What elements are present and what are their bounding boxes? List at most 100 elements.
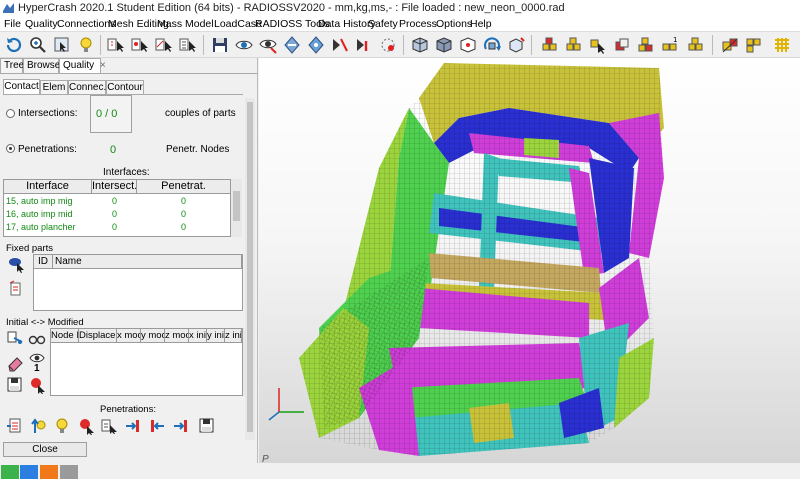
- pick-elem-icon[interactable]: [130, 35, 150, 55]
- col-y-ini[interactable]: y ini: [207, 329, 225, 343]
- row-intersect: 0: [112, 222, 118, 232]
- tab-quality[interactable]: Quality ×: [59, 58, 106, 73]
- select-window-icon[interactable]: [52, 35, 72, 55]
- move-up-icon[interactable]: [30, 417, 48, 435]
- menu-file[interactable]: File: [4, 17, 21, 31]
- show-selected-icon[interactable]: [258, 35, 278, 55]
- pick-part-icon[interactable]: [8, 255, 26, 273]
- penetrations-radio[interactable]: [6, 144, 15, 153]
- tab-tree[interactable]: Tree: [0, 58, 24, 73]
- status-swatch-orange[interactable]: [40, 465, 58, 479]
- subtab-contact[interactable]: Contact: [3, 79, 40, 94]
- mesh-view-icon[interactable]: [410, 35, 430, 55]
- isolate-icon[interactable]: [306, 35, 326, 55]
- menu-quality[interactable]: Quality: [25, 17, 58, 31]
- menu-model[interactable]: Model: [185, 17, 214, 31]
- intersections-radio[interactable]: [6, 109, 15, 118]
- col-interface[interactable]: Interface: [4, 180, 92, 194]
- zoom-icon[interactable]: [28, 35, 48, 55]
- menu-process[interactable]: Process: [399, 17, 437, 31]
- pick-list-icon[interactable]: [100, 417, 118, 435]
- move-nodes-icon[interactable]: [6, 329, 24, 347]
- bulb-icon[interactable]: [53, 417, 71, 435]
- interfaces-table: Interface Intersect. Penetrat. 15, auto …: [3, 179, 231, 237]
- interfaces-scrollbar[interactable]: [231, 179, 242, 237]
- tab-quality-label: Quality: [63, 60, 95, 71]
- status-bar: [0, 463, 800, 479]
- solid-view-icon[interactable]: [434, 35, 454, 55]
- close-button[interactable]: Close: [3, 442, 87, 457]
- col-intersect[interactable]: Intersect.: [92, 180, 137, 194]
- subtab-contour[interactable]: Contour: [106, 80, 144, 94]
- align-right-icon[interactable]: [172, 417, 190, 435]
- pick-node-icon[interactable]: [154, 35, 174, 55]
- col-x-ini[interactable]: x ini: [189, 329, 207, 343]
- parts-grid-icon[interactable]: [772, 35, 792, 55]
- eye-count: 1: [34, 363, 40, 374]
- title-bar: HyperCrash 2020.1 Student Edition (64 bi…: [0, 0, 800, 16]
- table-row[interactable]: 16, auto imp mid 0 0: [4, 208, 230, 221]
- menu-mass[interactable]: Mass: [157, 17, 182, 31]
- align-red-icon[interactable]: [124, 417, 142, 435]
- rotate-view-icon[interactable]: [482, 35, 502, 55]
- align-left-icon[interactable]: [148, 417, 166, 435]
- col-penetrat[interactable]: Penetrat.: [137, 180, 231, 194]
- table-row[interactable]: 17, auto plancher 0 0: [4, 221, 230, 234]
- status-swatch-gray[interactable]: [60, 465, 78, 479]
- unmask-icon[interactable]: [354, 35, 374, 55]
- menu-connections[interactable]: Connections: [57, 17, 115, 31]
- status-swatch-blue[interactable]: [20, 465, 38, 479]
- list-penetr-icon[interactable]: [6, 417, 24, 435]
- reverse-display-icon[interactable]: [282, 35, 302, 55]
- row-interface: 17, auto plancher: [6, 222, 76, 232]
- mask-icon[interactable]: [330, 35, 350, 55]
- iso-view-icon[interactable]: [506, 35, 526, 55]
- subtab-elem[interactable]: Elem: [40, 80, 68, 94]
- col-node-id[interactable]: Node ID: [51, 329, 79, 343]
- parts-group-2-icon[interactable]: [564, 35, 584, 55]
- parts-stack-icon[interactable]: [636, 35, 656, 55]
- col-id[interactable]: ID: [34, 255, 53, 269]
- parts-group-icon[interactable]: [540, 35, 560, 55]
- menu-safety[interactable]: Safety: [368, 17, 398, 31]
- menu-help[interactable]: Help: [470, 17, 492, 31]
- table-row[interactable]: 15, auto imp mig 0 0: [4, 195, 230, 208]
- show-all-icon[interactable]: [234, 35, 254, 55]
- eraser-icon[interactable]: [6, 354, 24, 372]
- refresh-icon[interactable]: [4, 35, 24, 55]
- glasses-icon[interactable]: [28, 330, 46, 348]
- pick-list-icon[interactable]: [178, 35, 198, 55]
- save-view-icon[interactable]: [210, 35, 230, 55]
- col-z-mod[interactable]: z mod: [165, 329, 189, 343]
- col-y-mod[interactable]: y mod: [141, 329, 165, 343]
- parts-pick-icon[interactable]: [588, 35, 608, 55]
- panel-scrollbar[interactable]: [245, 98, 255, 440]
- save-icon[interactable]: [6, 376, 24, 394]
- save-icon[interactable]: [198, 417, 216, 435]
- pick-node-icon[interactable]: [29, 376, 47, 394]
- shrink-view-icon[interactable]: [458, 35, 478, 55]
- col-x-mod[interactable]: x mod: [117, 329, 141, 343]
- transparency-icon[interactable]: [378, 35, 398, 55]
- menu-bar: File Quality Connections Mesh Editing Ma…: [0, 16, 800, 32]
- highlight-icon[interactable]: [76, 35, 96, 55]
- pick-part-icon[interactable]: [106, 35, 126, 55]
- intersections-button[interactable]: 0 / 0: [90, 95, 132, 133]
- pick-node-icon[interactable]: [78, 417, 96, 435]
- parts-red-icon[interactable]: [612, 35, 632, 55]
- col-name[interactable]: Name: [53, 255, 242, 269]
- row-penetrat: 0: [181, 222, 187, 232]
- parts-all-icon[interactable]: [686, 35, 706, 55]
- parts-number-icon[interactable]: 1: [660, 35, 680, 55]
- model-viewport[interactable]: P: [259, 58, 800, 464]
- parts-table-icon[interactable]: [744, 35, 764, 55]
- col-displacem[interactable]: Displacem: [79, 329, 117, 343]
- col-z-ini[interactable]: z ini: [225, 329, 242, 343]
- status-swatch-green[interactable]: [1, 465, 19, 479]
- subtab-connec[interactable]: Connec.: [68, 80, 106, 94]
- menu-options[interactable]: Options: [436, 17, 472, 31]
- parts-clear-icon[interactable]: [720, 35, 740, 55]
- tab-close-icon[interactable]: ×: [100, 60, 106, 71]
- list-part-icon[interactable]: [8, 280, 26, 298]
- tab-browser[interactable]: Browser: [23, 58, 64, 73]
